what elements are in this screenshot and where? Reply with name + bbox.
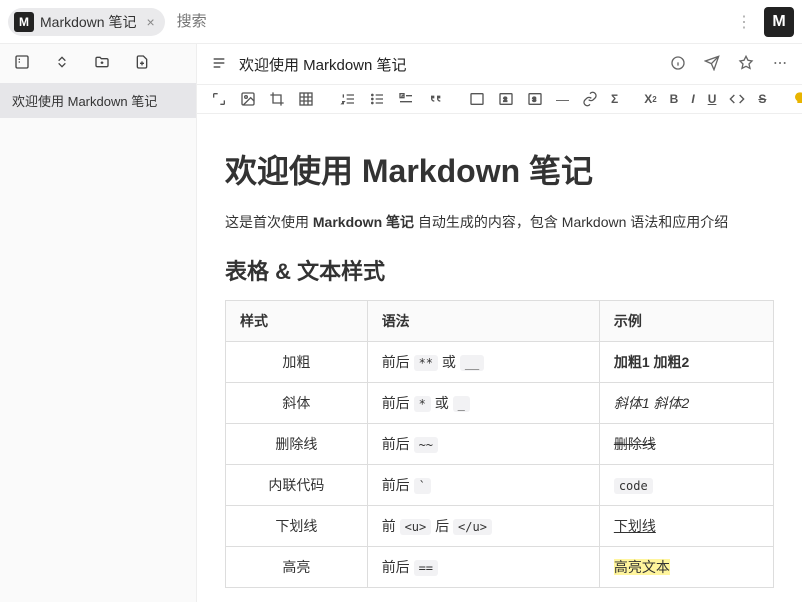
h1-icon[interactable]	[469, 91, 485, 107]
cell-style: 斜体	[226, 383, 368, 424]
quote-icon[interactable]	[427, 91, 443, 107]
collapse-icon[interactable]	[54, 54, 70, 73]
document-tab[interactable]: M Markdown 笔记 ×	[8, 8, 165, 36]
superscript-icon[interactable]: X2	[644, 91, 656, 107]
table-row: 高亮前后 ==高亮文本	[226, 547, 774, 588]
cell-example: code	[599, 465, 773, 506]
unordered-list-icon[interactable]	[369, 91, 385, 107]
table-row: 斜体前后 * 或 _斜体1 斜体2	[226, 383, 774, 424]
hr-icon[interactable]: —	[556, 91, 569, 107]
tab-title: Markdown 笔记	[40, 12, 136, 32]
outline-icon[interactable]	[211, 55, 227, 74]
syntax-table: 样式语法示例 加粗前后 ** 或 __加粗1 加粗2斜体前后 * 或 _斜体1 …	[225, 300, 774, 588]
table-header: 语法	[367, 301, 599, 342]
table-row: 内联代码前后 `code	[226, 465, 774, 506]
ordered-list-icon[interactable]	[340, 91, 356, 107]
expand-icon[interactable]	[211, 91, 227, 107]
cell-example: 高亮文本	[599, 547, 773, 588]
svg-text:3: 3	[532, 97, 536, 104]
cell-syntax: 前后 * 或 _	[367, 383, 599, 424]
cell-example: 加粗1 加粗2	[599, 342, 773, 383]
new-folder-icon[interactable]	[94, 54, 110, 73]
svg-text:2: 2	[503, 97, 507, 104]
heading-1: 欢迎使用 Markdown 笔记	[225, 146, 774, 192]
cell-example: 斜体1 斜体2	[599, 383, 773, 424]
card-view-icon[interactable]	[14, 54, 30, 73]
doc-body[interactable]: 欢迎使用 Markdown 笔记 这是首次使用 Markdown 笔记 自动生成…	[197, 114, 802, 602]
new-file-icon[interactable]	[134, 54, 150, 73]
cell-style: 加粗	[226, 342, 368, 383]
menu-dots-icon[interactable]: ⋮	[736, 12, 752, 32]
bold-icon[interactable]: B	[670, 91, 679, 107]
italic-icon[interactable]: I	[691, 91, 694, 107]
send-icon[interactable]	[704, 55, 720, 74]
h2-icon[interactable]: 2	[498, 91, 514, 107]
table-row: 下划线前 <u> 后 </u>下划线	[226, 506, 774, 547]
doc-title: 欢迎使用 Markdown 笔记	[239, 54, 658, 75]
crop-icon[interactable]	[269, 91, 285, 107]
cell-example: 下划线	[599, 506, 773, 547]
search-container	[177, 13, 736, 30]
table-row: 删除线前后 ~~删除线	[226, 424, 774, 465]
sidebar-toolbar	[0, 44, 196, 83]
checklist-icon[interactable]	[398, 91, 414, 107]
app-logo-icon: M	[764, 7, 794, 37]
image-icon[interactable]	[240, 91, 256, 107]
content: 欢迎使用 Markdown 笔记 2 3 — Σ	[197, 44, 802, 602]
h3-icon[interactable]: 3	[527, 91, 543, 107]
cell-example: 删除线	[599, 424, 773, 465]
sidebar-item-label: 欢迎使用 Markdown 笔记	[12, 94, 157, 109]
cell-style: 下划线	[226, 506, 368, 547]
doc-header: 欢迎使用 Markdown 笔记	[197, 44, 802, 84]
lightbulb-icon[interactable]	[792, 91, 802, 107]
cell-style: 删除线	[226, 424, 368, 465]
link-icon[interactable]	[582, 91, 598, 107]
cell-syntax: 前后 `	[367, 465, 599, 506]
sidebar-item-welcome[interactable]: 欢迎使用 Markdown 笔记	[0, 83, 196, 118]
topbar: M Markdown 笔记 × ⋮ M	[0, 0, 802, 44]
table-header: 示例	[599, 301, 773, 342]
cell-syntax: 前后 ** 或 __	[367, 342, 599, 383]
code-icon[interactable]	[729, 91, 745, 107]
tab-logo-icon: M	[14, 12, 34, 32]
search-input[interactable]	[177, 13, 377, 30]
cell-style: 高亮	[226, 547, 368, 588]
cell-syntax: 前 <u> 后 </u>	[367, 506, 599, 547]
underline-icon[interactable]: U	[708, 91, 717, 107]
table-header: 样式	[226, 301, 368, 342]
pin-icon[interactable]	[738, 55, 754, 74]
info-icon[interactable]	[670, 55, 686, 74]
heading-2-table: 表格 & 文本样式	[225, 254, 774, 286]
cell-style: 内联代码	[226, 465, 368, 506]
table-row: 加粗前后 ** 或 __加粗1 加粗2	[226, 342, 774, 383]
table-icon[interactable]	[298, 91, 314, 107]
intro-paragraph: 这是首次使用 Markdown 笔记 自动生成的内容，包含 Markdown 语…	[225, 212, 774, 232]
strikethrough-icon[interactable]: S	[758, 91, 766, 107]
more-icon[interactable]	[772, 55, 788, 74]
formula-icon[interactable]: Σ	[611, 91, 618, 107]
sidebar: 欢迎使用 Markdown 笔记	[0, 44, 197, 602]
cell-syntax: 前后 ~~	[367, 424, 599, 465]
close-icon[interactable]: ×	[146, 14, 154, 30]
editor-toolbar: 2 3 — Σ X2 B I U S	[197, 84, 802, 114]
cell-syntax: 前后 ==	[367, 547, 599, 588]
